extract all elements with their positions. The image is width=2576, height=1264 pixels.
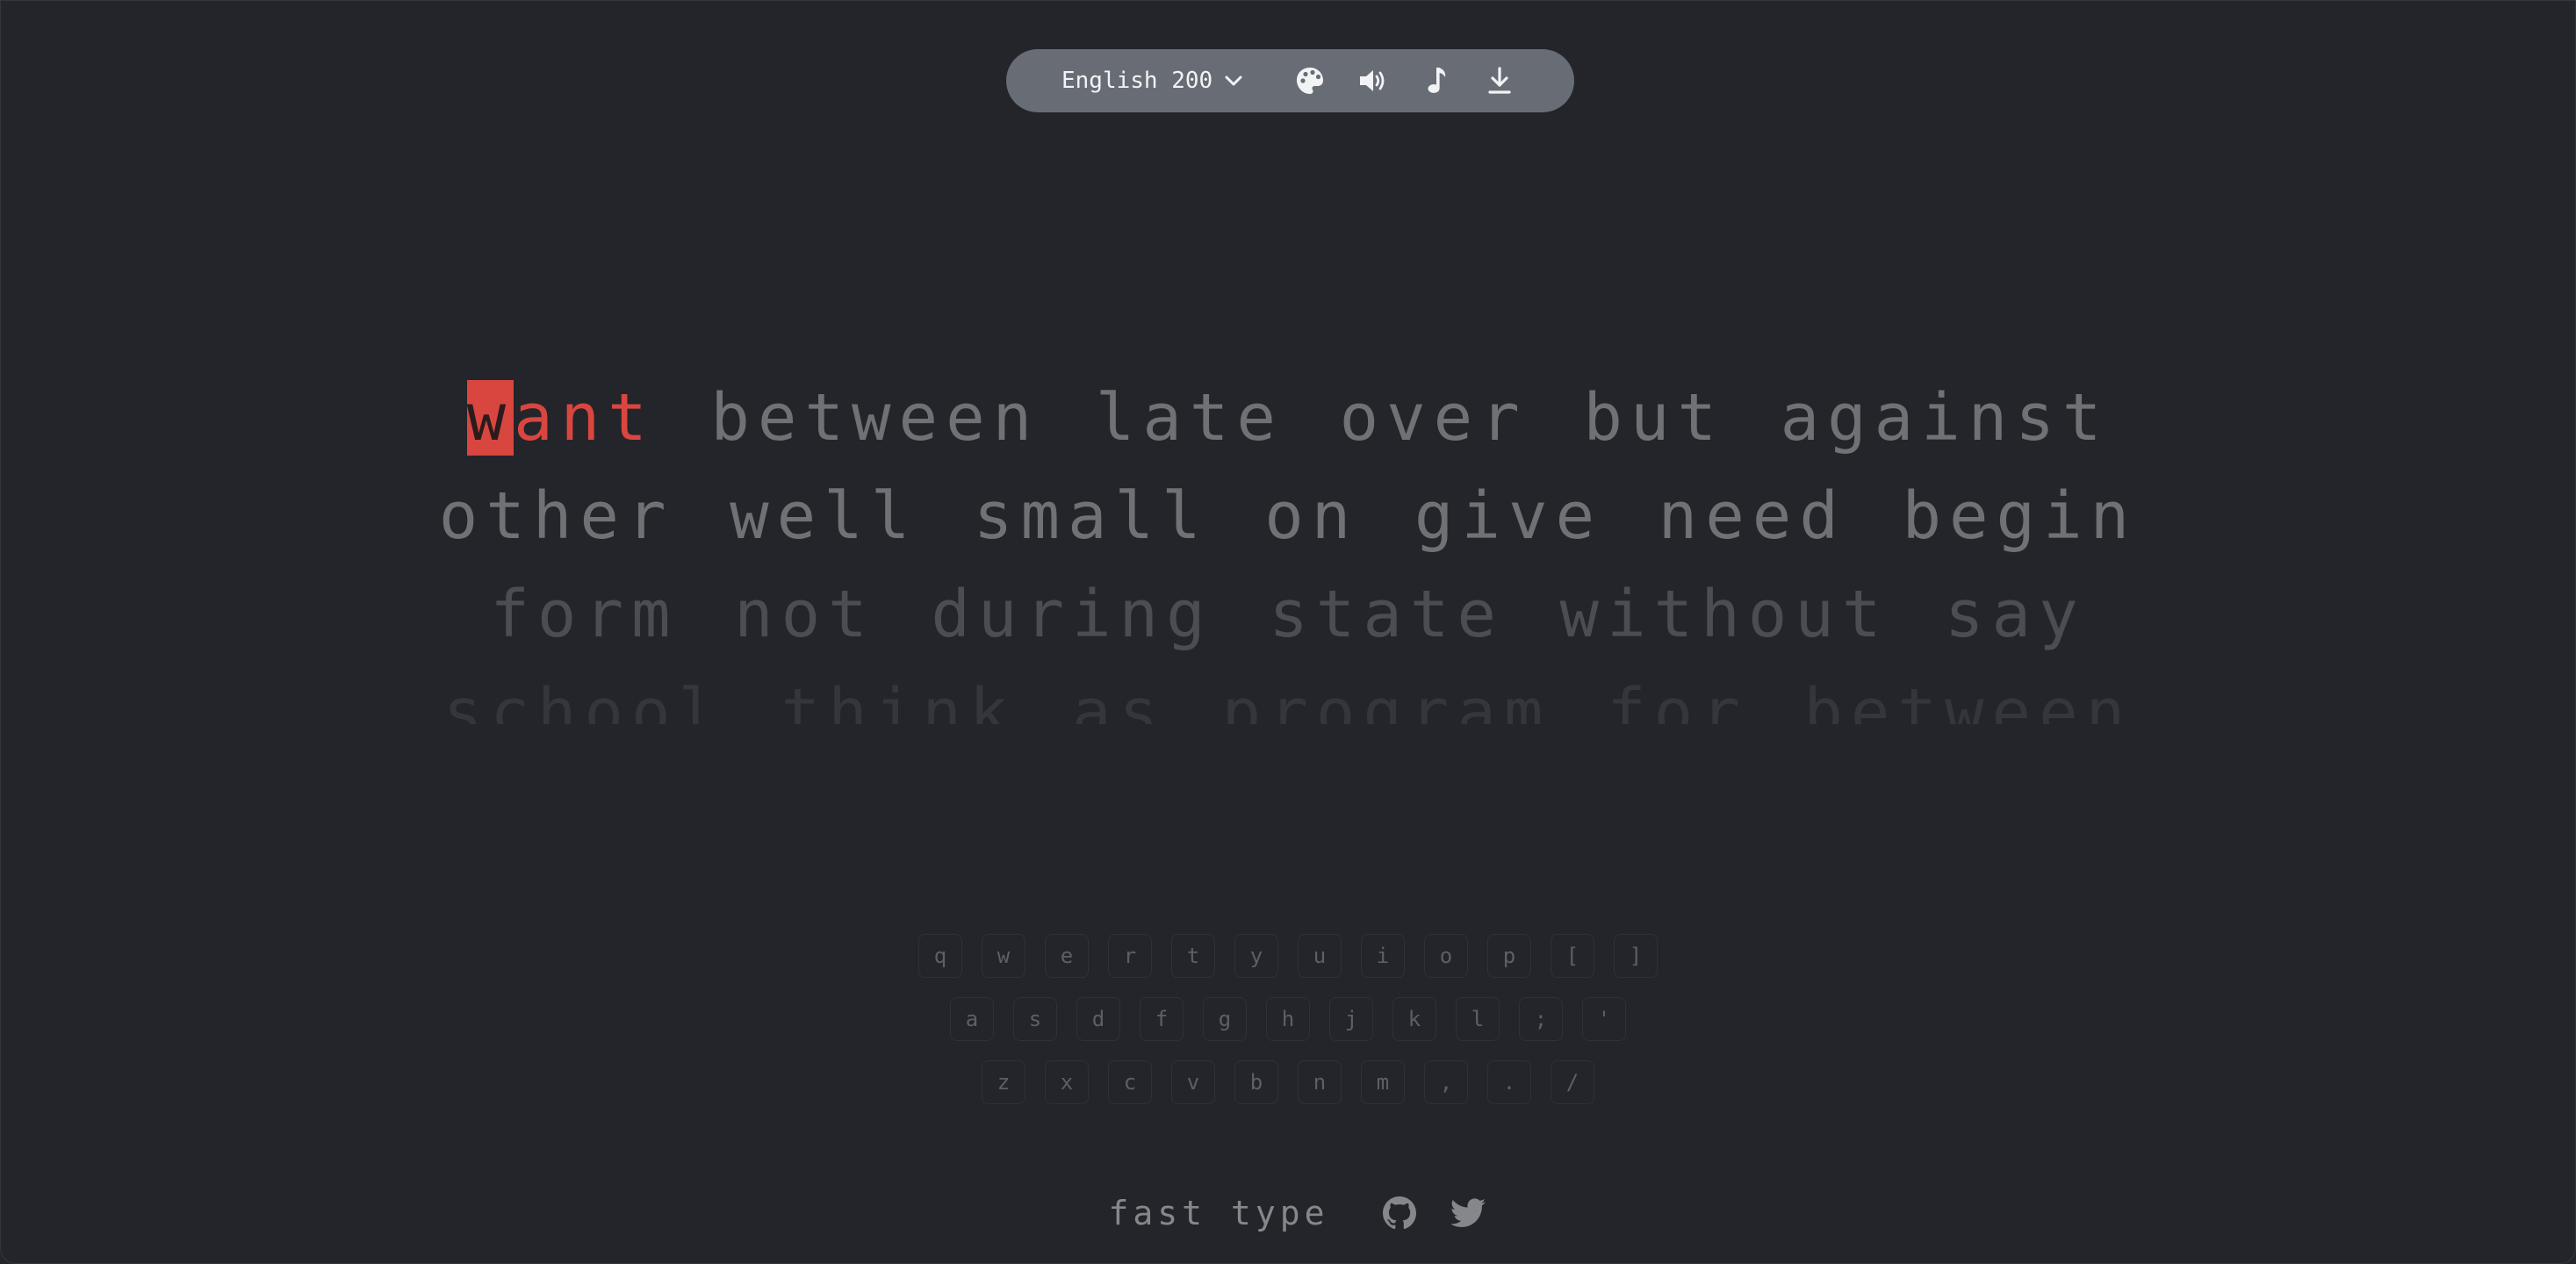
word: without [1559,577,1889,652]
key: m [1361,1060,1405,1104]
word: between [710,380,1040,456]
word: give [1414,478,1603,554]
key: ] [1614,934,1658,978]
word: on [1264,478,1359,554]
key: r [1108,934,1152,978]
text-line-2: other well small on give need begin [0,467,2576,565]
key: o [1424,934,1468,978]
typing-area[interactable]: want between late over but against other… [0,369,2576,724]
key: j [1329,997,1373,1041]
key: . [1487,1060,1531,1104]
word: small [973,478,1209,554]
key: v [1171,1060,1215,1104]
key: b [1234,1060,1278,1104]
current-word: want [466,380,655,456]
key: / [1551,1060,1594,1104]
key: g [1203,997,1247,1041]
word: well [730,478,918,554]
keyboard-row-3: z x c v b n m , . / [0,1060,2576,1104]
key: t [1171,934,1215,978]
key: e [1045,934,1089,978]
chevron-down-icon [1225,75,1242,86]
key: [ [1551,934,1594,978]
key: y [1234,934,1278,978]
volume-icon[interactable] [1357,65,1389,97]
download-icon[interactable] [1484,65,1515,97]
key: , [1424,1060,1468,1104]
word: form [490,577,679,652]
word: state [1269,577,1504,652]
key: c [1108,1060,1152,1104]
word: need [1658,478,1846,554]
word: think [781,675,1017,724]
palette-icon[interactable] [1294,65,1326,97]
key: l [1456,997,1500,1041]
footer: fast type [0,1187,2576,1239]
word: not [734,577,875,652]
key: f [1140,997,1184,1041]
key: k [1392,997,1436,1041]
key: p [1487,934,1531,978]
cursor-letter: w [466,380,514,456]
word: over [1339,380,1528,456]
key: x [1045,1060,1089,1104]
toolbar: English 200 [1006,49,1574,112]
word: other [438,478,674,554]
keyboard-row-1: q w e r t y u i o p [ ] [0,934,2576,978]
music-note-icon[interactable] [1421,65,1452,97]
word: program [1221,675,1551,724]
word: say [1944,577,2086,652]
key: n [1298,1060,1342,1104]
word: for [1607,675,1748,724]
keyboard-row-2: a s d f g h j k l ; ' [0,997,2576,1041]
word: against [1780,380,2110,456]
language-selector[interactable]: English 200 [1061,49,1242,112]
word: begin [1902,478,2138,554]
word: as [1072,675,1167,724]
twitter-icon[interactable] [1450,1196,1486,1231]
key: w [982,934,1025,978]
typed-letters: ant [514,380,655,456]
key: ' [1582,997,1626,1041]
key: ; [1519,997,1563,1041]
word: between [1803,675,2133,724]
word: late [1095,380,1284,456]
text-line-3: form not during state without say [0,565,2576,664]
key: u [1298,934,1342,978]
text-line-4: school think as program for between [0,664,2576,724]
key: a [950,997,994,1041]
key: s [1013,997,1057,1041]
key: i [1361,934,1405,978]
key: q [918,934,962,978]
github-icon[interactable] [1382,1196,1417,1231]
key: z [982,1060,1025,1104]
word: school [443,675,726,724]
key: h [1266,997,1310,1041]
word: but [1583,380,1724,456]
language-label: English 200 [1061,68,1213,94]
key: d [1076,997,1120,1041]
word: during [931,577,1213,652]
text-line-1: want between late over but against [0,369,2576,467]
brand-name: fast type [1108,1194,1329,1232]
